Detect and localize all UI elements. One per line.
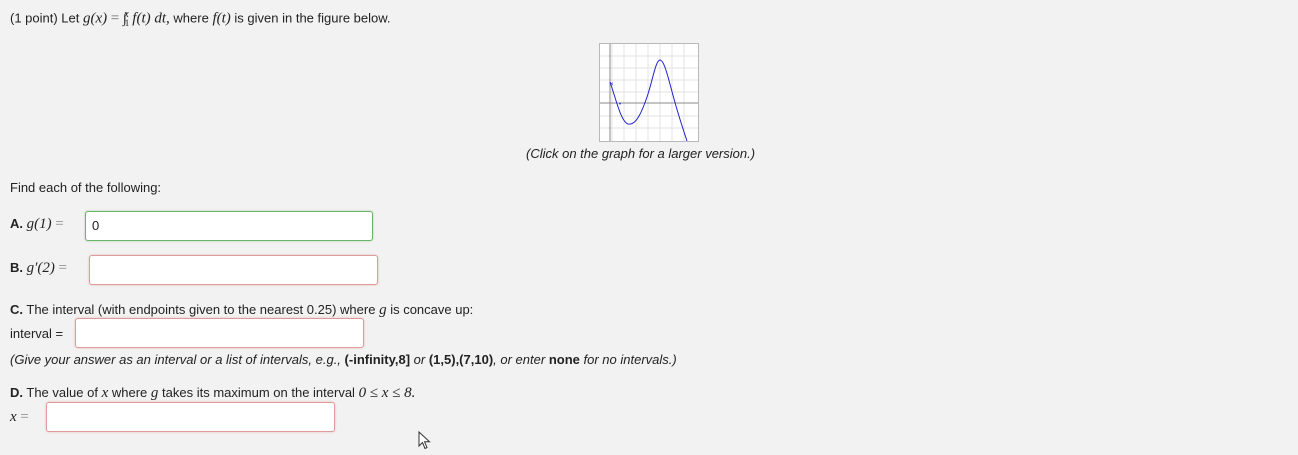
part-b-letter: B.	[10, 260, 23, 275]
part-c-question: C. The interval (with endpoints given to…	[10, 302, 473, 319]
part-c-text: The interval (with endpoints given to th…	[26, 302, 376, 317]
graph-svg: × •	[600, 44, 698, 142]
mouse-pointer-icon	[418, 431, 431, 450]
part-c-answer-input[interactable]	[75, 318, 364, 348]
part-d-answer-label: x =	[10, 409, 29, 426]
part-a-expr: g(1)	[26, 216, 52, 232]
equals-sign: =	[110, 10, 120, 27]
part-d-text: The value of	[26, 385, 98, 400]
hint-pre: (Give your answer as an interval or a li…	[10, 352, 341, 367]
hint-or: or	[413, 352, 426, 367]
part-c-letter: C.	[10, 302, 23, 317]
part-b-answer-input[interactable]	[89, 255, 378, 285]
part-d-label-x: x	[10, 409, 17, 425]
instructions: Find each of the following:	[10, 180, 162, 195]
hint-example-2: (1,5),(7,10)	[428, 352, 494, 367]
points-label: (1 point) Let	[10, 10, 80, 26]
part-d-interval: 0 ≤ x ≤ 8.	[358, 385, 416, 401]
part-b-label: B. g′(2) =	[10, 260, 67, 277]
graph-caption: (Click on the graph for a larger version…	[526, 146, 756, 161]
hint-post: for no intervals.)	[583, 352, 677, 367]
part-d-question: D. The value of x where g takes its maxi…	[10, 385, 415, 402]
part-a-label: A. g(1) =	[10, 216, 64, 233]
part-d-var-x: x	[101, 385, 109, 401]
curve-mark: •	[619, 102, 621, 108]
graph-grid	[600, 44, 698, 141]
hint-example-1: (-infinity,8]	[344, 352, 411, 367]
integral-upper: x	[124, 9, 129, 20]
part-d-text3: takes its maximum on the interval	[162, 385, 355, 400]
g-of-x: g(x)	[83, 10, 108, 27]
integrand: f(t) dt,	[132, 10, 170, 27]
function-graph-thumbnail[interactable]: × •	[599, 43, 699, 142]
part-d-answer-input[interactable]	[46, 402, 335, 432]
part-b-equals: =	[58, 260, 67, 276]
hint-none: none	[548, 352, 580, 367]
part-d-text2: where	[111, 385, 148, 400]
part-d-letter: D.	[10, 385, 23, 400]
part-c-var: g	[379, 302, 387, 318]
where-text: where	[173, 10, 209, 26]
part-c-interval-label: interval =	[10, 326, 64, 341]
part-c-text2: is concave up:	[390, 302, 474, 317]
problem-statement: (1 point) Let g(x) = ∫1x f(t) dt, where …	[10, 9, 391, 28]
f-of-t: f(t)	[212, 10, 231, 27]
part-a-letter: A.	[10, 216, 23, 231]
curve-start-marker: ×	[610, 82, 614, 88]
part-d-equals: =	[20, 409, 29, 425]
part-a-answer-input[interactable]: 0	[85, 211, 373, 241]
part-b-expr: g′(2)	[26, 260, 55, 276]
hint-mid: , or enter	[493, 352, 546, 367]
given-text: is given in the figure below.	[234, 10, 391, 26]
part-d-var-g: g	[150, 385, 159, 401]
part-c-hint: (Give your answer as an interval or a li…	[10, 352, 677, 367]
part-a-equals: =	[55, 216, 64, 232]
